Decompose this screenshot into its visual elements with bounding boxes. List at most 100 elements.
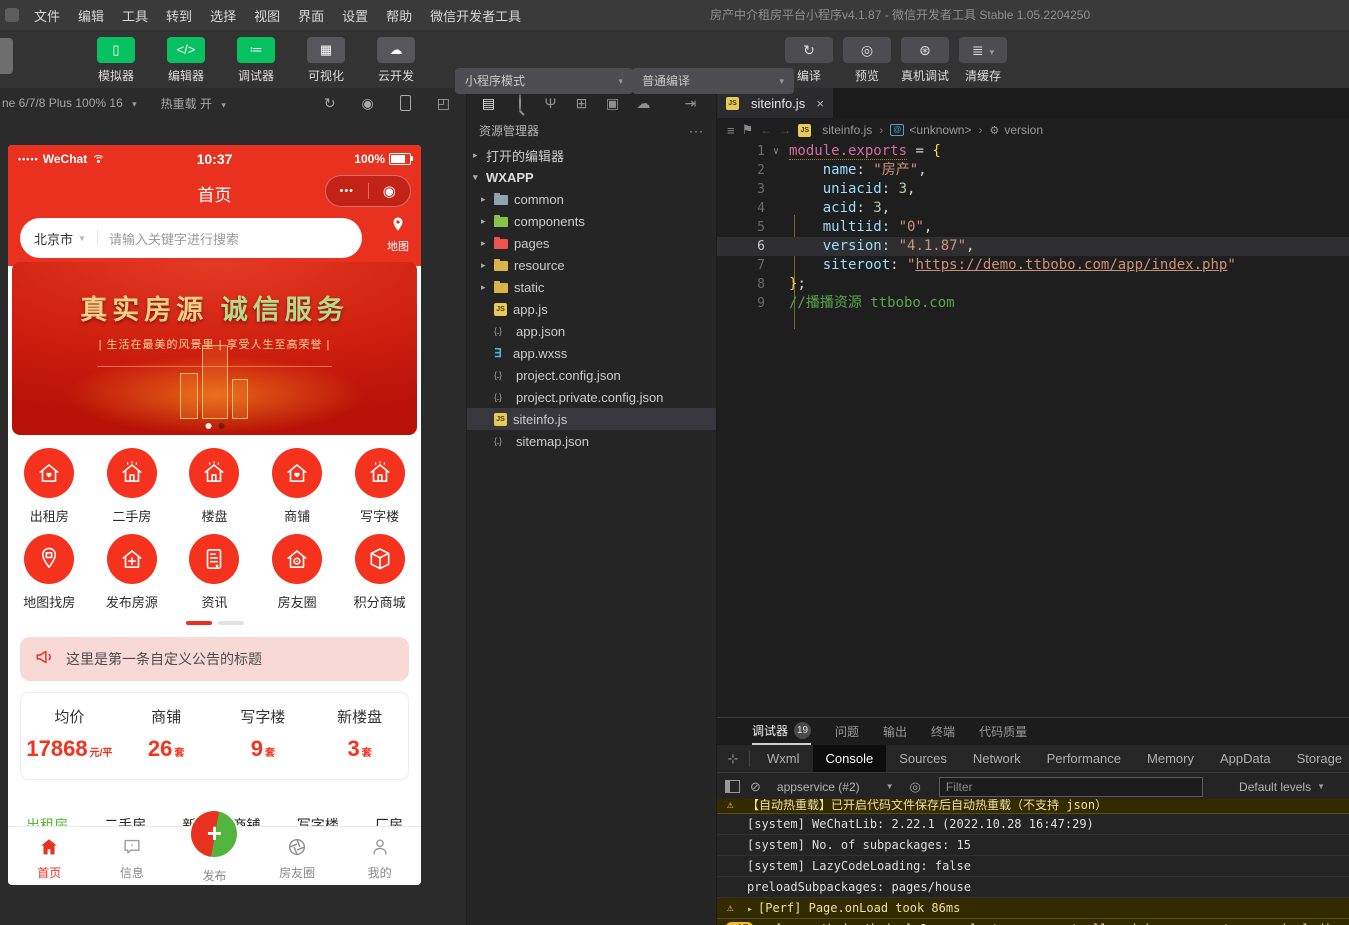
source-control-icon[interactable]: Ψ: [535, 95, 566, 111]
announcement-banner[interactable]: 这里是第一条自定义公告的标题: [20, 637, 409, 681]
tree-item-static[interactable]: ▸static: [467, 276, 716, 298]
devtools-tab-storage[interactable]: Storage: [1284, 745, 1349, 772]
visualization-button[interactable]: ▦可视化: [298, 37, 354, 84]
menu-item[interactable]: 转到: [157, 6, 201, 25]
menu-item[interactable]: 工具: [113, 6, 157, 25]
preview-button[interactable]: ◎预览: [843, 37, 891, 84]
devtools-tab-console[interactable]: Console: [813, 745, 887, 772]
tree-item-sitemap-json[interactable]: {..}sitemap.json: [467, 430, 716, 452]
console-row[interactable]: [system] No. of subpackages: 15: [717, 835, 1349, 856]
files-icon[interactable]: ▤: [473, 95, 504, 112]
compile-mode-select[interactable]: 普通编译 ▾: [632, 68, 794, 94]
console-row[interactable]: ▶17[pages/index/index] Some selectors ar…: [717, 919, 1349, 925]
more-icon[interactable]: ···: [689, 118, 704, 144]
refresh-icon[interactable]: ↻: [324, 95, 336, 112]
panel-tab-output[interactable]: 输出: [883, 718, 907, 745]
city-select[interactable]: 北京市: [34, 229, 73, 248]
code-editor[interactable]: 1∨module.exports = {2 name: "房产",3 uniac…: [717, 142, 1349, 313]
window-icon[interactable]: ▣: [597, 95, 628, 112]
device-debug-button[interactable]: ⊛真机调试: [901, 37, 949, 84]
console-row[interactable]: [system] LazyCodeLoading: false: [717, 856, 1349, 877]
tab-item-publish[interactable]: +发布: [173, 827, 256, 885]
devtools-tab-network[interactable]: Network: [960, 745, 1034, 772]
outline-menu-icon[interactable]: ≡: [727, 123, 735, 138]
code-line[interactable]: 4 acid: 3,: [717, 199, 1349, 218]
menu-item[interactable]: 微信开发者工具: [421, 6, 530, 25]
debugger-button[interactable]: ≔调试器: [228, 37, 284, 84]
forward-icon[interactable]: →: [779, 123, 791, 137]
tree-item-pages[interactable]: ▸pages: [467, 232, 716, 254]
devtools-tab-performance[interactable]: Performance: [1034, 745, 1134, 772]
publish-plus-icon[interactable]: +: [191, 811, 237, 857]
tree-item-app-js[interactable]: JSapp.js: [467, 298, 716, 320]
collapse-sidebar-icon[interactable]: ⇥: [675, 95, 706, 112]
device-select[interactable]: ne 6/7/8 Plus 100% 16 ▾: [2, 96, 137, 110]
panel-tab-code-quality[interactable]: 代码质量: [979, 718, 1027, 745]
mode-select[interactable]: 小程序模式 ▾: [455, 68, 633, 94]
code-line[interactable]: 9//播播资源 ttbobo.com: [717, 294, 1349, 313]
devtools-tab-wxml[interactable]: Wxml: [754, 745, 813, 772]
menu-item[interactable]: 编辑: [69, 6, 113, 25]
console-row[interactable]: [system] WeChatLib: 2.22.1 (2022.10.28 1…: [717, 814, 1349, 835]
user-avatar[interactable]: [0, 38, 13, 74]
tree-item-resource[interactable]: ▸resource: [467, 254, 716, 276]
compile-button[interactable]: ↻编译: [785, 37, 833, 84]
close-target-button[interactable]: ◉: [369, 182, 411, 200]
map-entry-button[interactable]: 地图: [387, 216, 409, 254]
clear-cache-button[interactable]: ≣▾清缓存: [959, 37, 1007, 84]
code-line[interactable]: 1∨module.exports = {: [717, 142, 1349, 161]
code-line[interactable]: 5 multiid: "0",: [717, 218, 1349, 237]
banner-carousel[interactable]: 真实房源 诚信服务 | 生活在最美的风景里 | 享受人生至高荣誉 |: [12, 262, 417, 435]
tab-item-friends-circle[interactable]: 房友圈: [256, 827, 339, 885]
log-levels-select[interactable]: Default levels ▼: [1239, 780, 1325, 794]
tab-item-home[interactable]: 首页: [8, 827, 91, 885]
search-icon[interactable]: [504, 95, 535, 111]
grid-item-offices[interactable]: 写字楼: [338, 448, 421, 525]
tab-item-profile[interactable]: 我的: [338, 827, 421, 885]
grid-item-secondhand[interactable]: 二手房: [91, 448, 174, 525]
console-row[interactable]: ⚠【自动热重载】已开启代码文件保存后自动热重载（不支持 json）: [717, 799, 1349, 814]
tree-item-project-config-json[interactable]: {..}project.config.json: [467, 364, 716, 386]
grid-item-shops[interactable]: 商铺: [256, 448, 339, 525]
devtools-tab-memory[interactable]: Memory: [1134, 745, 1207, 772]
back-icon[interactable]: ←: [760, 123, 772, 137]
menu-item[interactable]: 设置: [333, 6, 377, 25]
cloud-icon[interactable]: ☁: [628, 95, 659, 112]
phone-frame-icon[interactable]: [400, 95, 411, 111]
tree-item-components[interactable]: ▸components: [467, 210, 716, 232]
tree-item-app-wxss[interactable]: ∃app.wxss: [467, 342, 716, 364]
grid-item-friends-circle[interactable]: 房友圈: [256, 534, 339, 611]
menu-item[interactable]: 界面: [289, 6, 333, 25]
extensions-icon[interactable]: ⊞: [566, 95, 597, 112]
record-icon[interactable]: ◉: [362, 95, 374, 112]
breadcrumb-symbol[interactable]: ⚙ version: [989, 123, 1043, 137]
menu-item[interactable]: 选择: [201, 6, 245, 25]
grid-item-rental[interactable]: 出租房: [8, 448, 91, 525]
context-select[interactable]: appservice (#2) ▼: [777, 780, 894, 794]
tab-item-messages[interactable]: 信息: [91, 827, 174, 885]
code-line[interactable]: 2 name: "房产",: [717, 161, 1349, 180]
grid-item-map-search[interactable]: 地图找房: [8, 534, 91, 611]
tree-item-project-private-config-json[interactable]: {..}project.private.config.json: [467, 386, 716, 408]
more-menu-button[interactable]: •••: [326, 185, 368, 197]
code-line[interactable]: 7 siteroot: "https://demo.ttbobo.com/app…: [717, 256, 1349, 275]
console-filter-input[interactable]: [939, 777, 1203, 797]
windows-icon[interactable]: ◰: [437, 95, 450, 112]
hot-reload-toggle[interactable]: 热重载 开 ▾: [161, 95, 226, 112]
devtools-tab-appdata[interactable]: AppData: [1207, 745, 1284, 772]
tree-item-common[interactable]: ▸common: [467, 188, 716, 210]
breadcrumb-module[interactable]: @ <unknown>: [890, 123, 971, 137]
tree-item-siteinfo-js[interactable]: JSsiteinfo.js: [467, 408, 716, 430]
search-bar[interactable]: 北京市 ▼ 请输入关键字进行搜索: [20, 218, 362, 258]
breadcrumb-file[interactable]: JS siteinfo.js: [798, 123, 872, 137]
console-row[interactable]: ⚠▸[Perf] Page.onLoad took 86ms: [717, 898, 1349, 919]
menu-item[interactable]: 视图: [245, 6, 289, 25]
code-line[interactable]: 3 uniacid: 3,: [717, 180, 1349, 199]
panel-tab-terminal[interactable]: 终端: [931, 718, 955, 745]
close-icon[interactable]: ×: [816, 96, 824, 111]
tree-item[interactable]: ▸打开的编辑器: [467, 144, 716, 166]
cloud-dev-button[interactable]: ☁云开发: [368, 37, 424, 84]
grid-item-points-mall[interactable]: 积分商城: [338, 534, 421, 611]
code-line[interactable]: 6 version: "4.1.87",: [717, 237, 1349, 256]
eye-icon[interactable]: ◎: [910, 779, 921, 795]
